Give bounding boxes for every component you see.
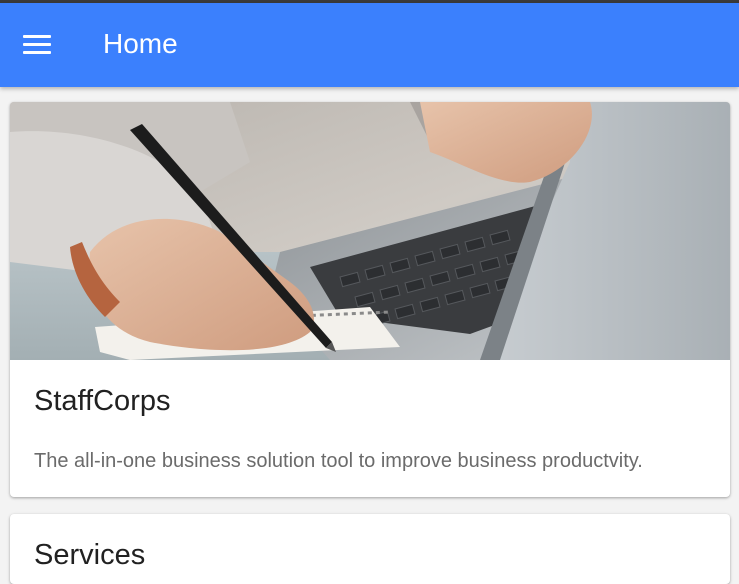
page-title: Home: [103, 28, 178, 59]
card-title: StaffCorps: [34, 385, 171, 417]
services-card[interactable]: Services: [10, 514, 730, 584]
card-title: Services: [34, 539, 146, 571]
menu-bar-top: [23, 35, 51, 38]
hamburger-menu-icon[interactable]: [23, 35, 51, 55]
card-description: The all-in-one business solution tool to…: [34, 450, 643, 472]
hero-image: [10, 102, 730, 360]
app-bar: Home: [0, 3, 739, 87]
staffcorps-card[interactable]: StaffCorps The all-in-one business solut…: [10, 102, 730, 497]
menu-bar-middle: [23, 43, 51, 46]
menu-bar-bottom: [23, 51, 51, 54]
